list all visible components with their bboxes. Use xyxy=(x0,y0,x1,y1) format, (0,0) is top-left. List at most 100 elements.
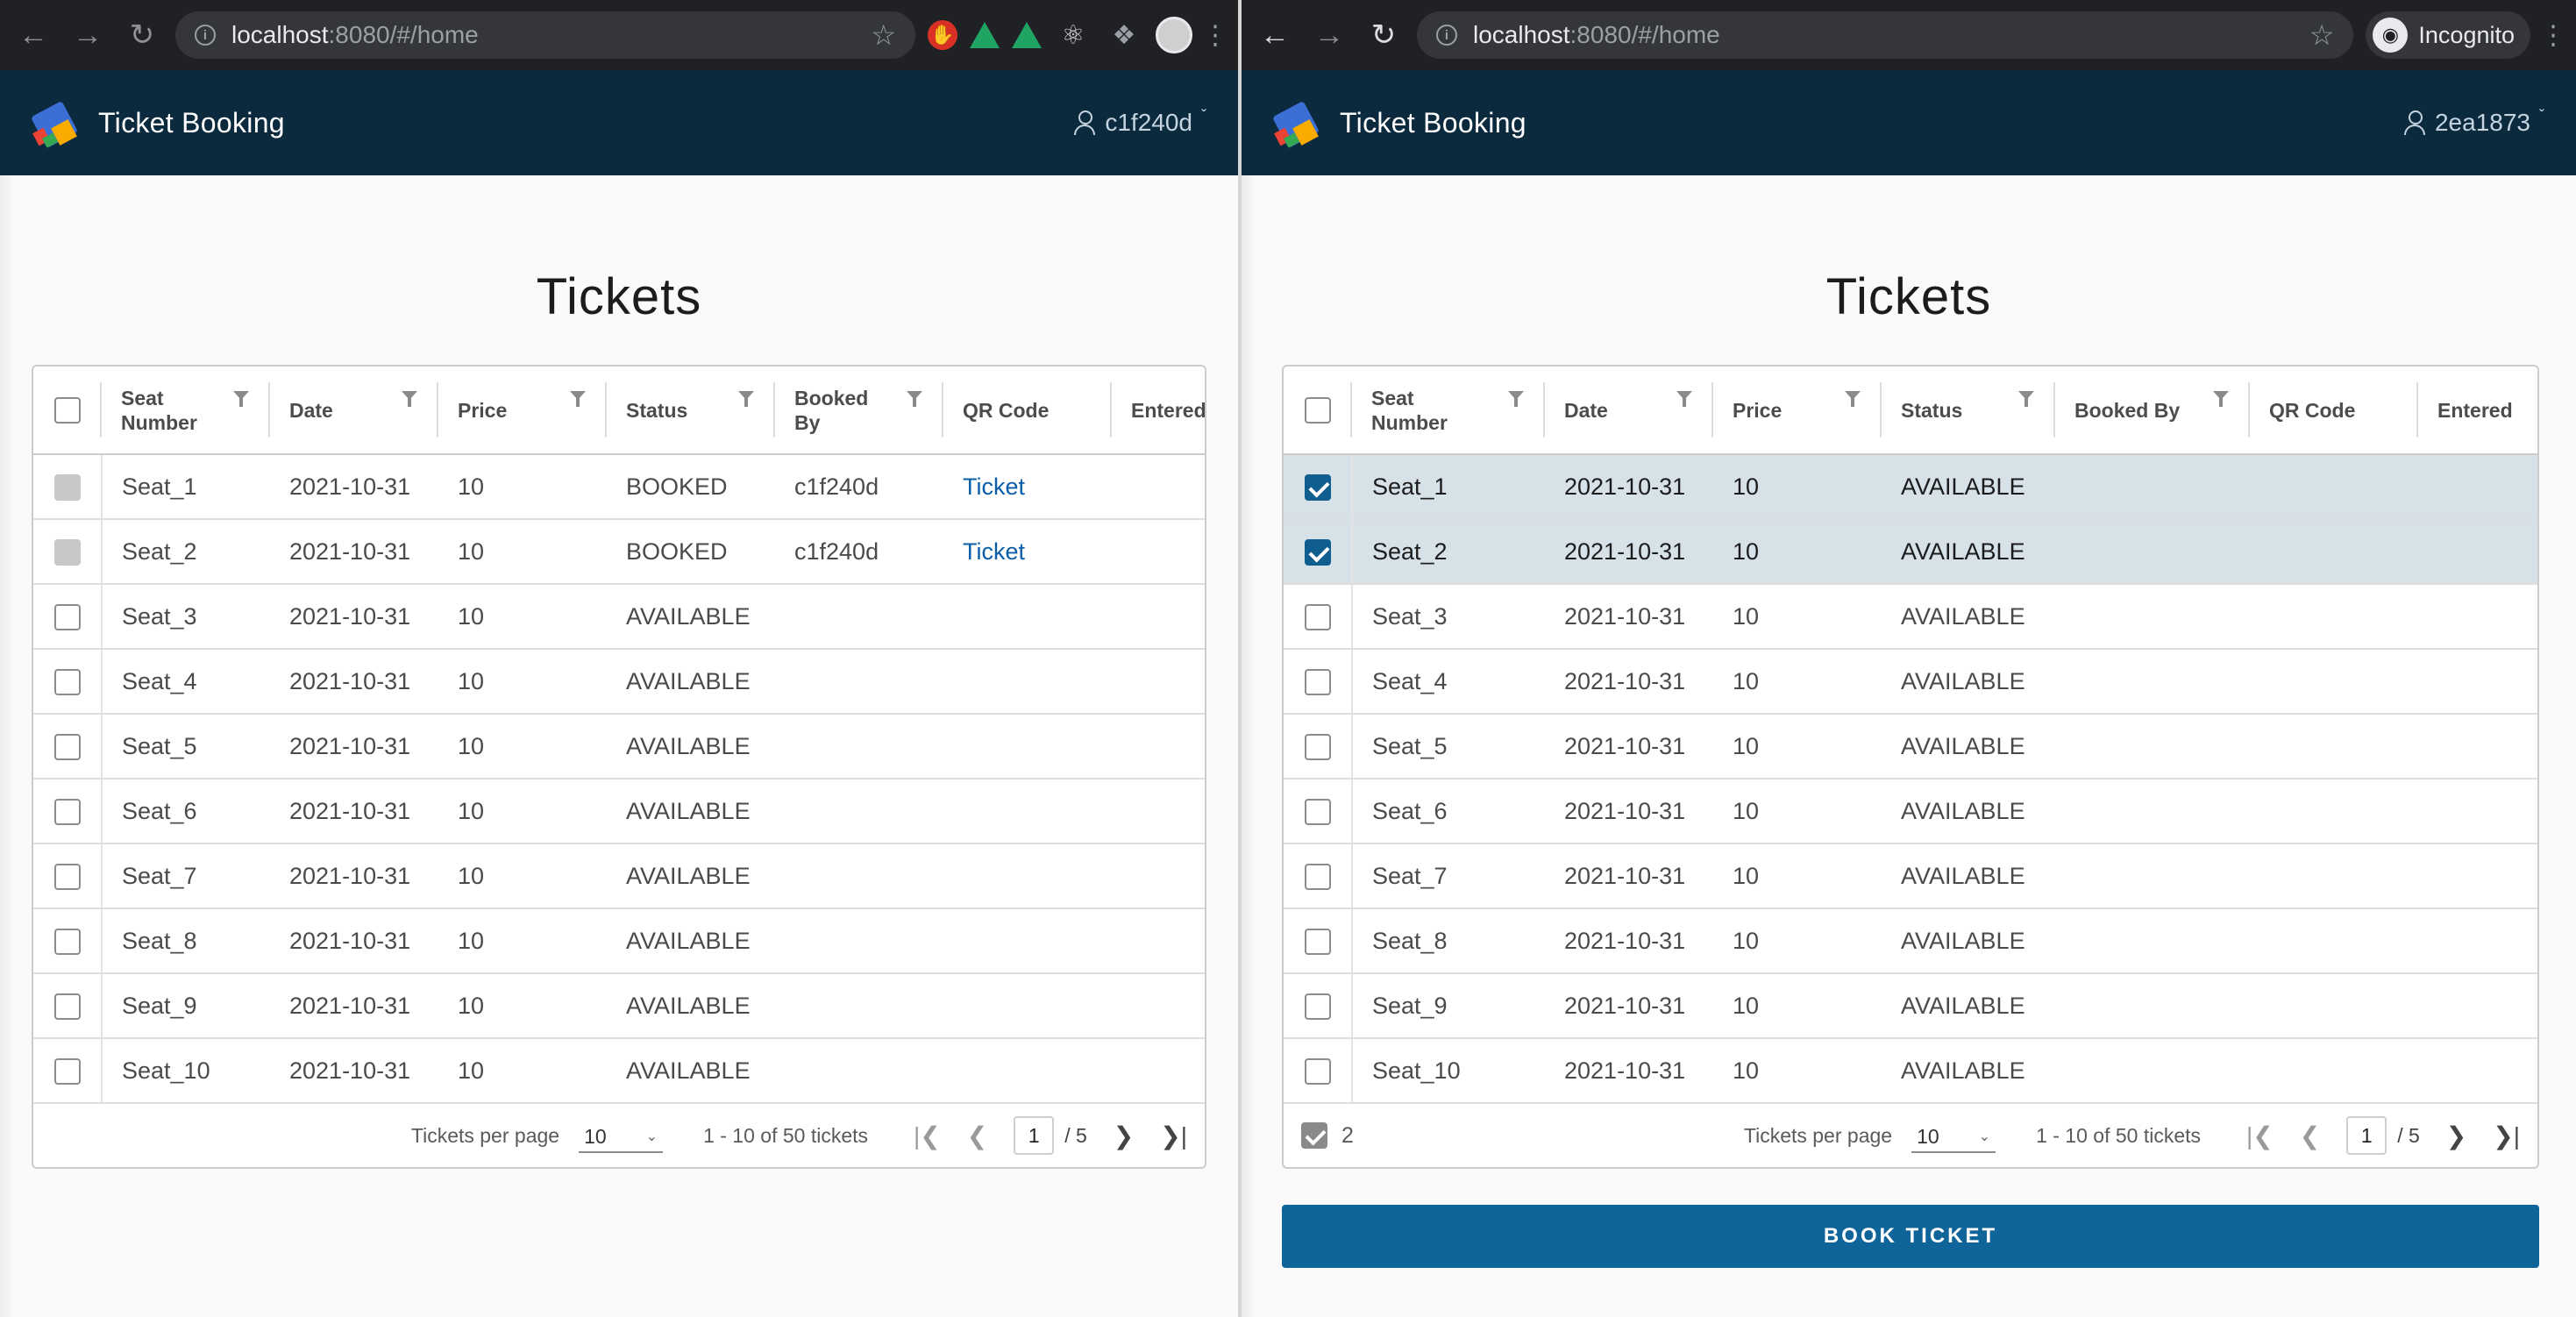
page-number-input[interactable]: 1 xyxy=(2346,1116,2387,1155)
row-checkbox[interactable] xyxy=(1304,733,1331,760)
user-menu[interactable]: 2ea1873 ˇ xyxy=(2403,107,2544,137)
extensions-puzzle-icon[interactable]: ❖ xyxy=(1105,16,1143,54)
row-checkbox[interactable] xyxy=(1304,798,1331,825)
table-row[interactable]: Seat_7 2021-10-31 10 AVAILABLE xyxy=(33,844,1205,909)
ticket-link[interactable]: Ticket xyxy=(963,473,1025,500)
filter-icon[interactable] xyxy=(1845,391,1861,407)
column-header-entered[interactable]: Entered xyxy=(2418,367,2537,455)
table-row[interactable]: Seat_4 2021-10-31 10 AVAILABLE xyxy=(1284,649,2537,715)
extension-react-icon[interactable]: ⚛ xyxy=(1054,16,1092,54)
table-row[interactable]: Seat_1 2021-10-31 10 AVAILABLE xyxy=(1284,454,2537,520)
extension-stop-icon[interactable]: ✋ xyxy=(928,20,957,50)
reload-button[interactable]: ↻ xyxy=(1363,14,1405,56)
table-row[interactable]: Seat_1 2021-10-31 10 BOOKED c1f240d Ticket xyxy=(33,454,1205,520)
filter-icon[interactable] xyxy=(402,391,417,407)
page-number-input[interactable]: 1 xyxy=(1014,1116,1055,1155)
prev-page-icon[interactable]: ❮ xyxy=(967,1121,987,1150)
user-menu[interactable]: c1f240d ˇ xyxy=(1073,107,1206,137)
filter-icon[interactable] xyxy=(2018,391,2034,407)
table-row[interactable]: Seat_10 2021-10-31 10 AVAILABLE xyxy=(1284,1038,2537,1104)
table-row[interactable]: Seat_10 2021-10-31 10 AVAILABLE xyxy=(33,1038,1205,1104)
book-ticket-button[interactable]: BOOK TICKET xyxy=(1282,1205,2539,1268)
table-row[interactable]: Seat_6 2021-10-31 10 AVAILABLE xyxy=(33,779,1205,844)
table-row[interactable]: Seat_5 2021-10-31 10 AVAILABLE xyxy=(33,714,1205,780)
select-all-checkbox[interactable] xyxy=(1305,396,1331,424)
star-icon[interactable]: ☆ xyxy=(871,18,896,52)
row-checkbox[interactable] xyxy=(1304,668,1331,695)
column-header-seat-number[interactable]: Seat Number xyxy=(102,367,270,455)
incognito-chip[interactable]: ◉ Incognito xyxy=(2366,11,2530,59)
column-header-qr-code[interactable]: QR Code xyxy=(2250,367,2418,455)
table-row[interactable]: Seat_8 2021-10-31 10 AVAILABLE xyxy=(1284,908,2537,974)
info-icon[interactable]: i xyxy=(195,25,216,46)
filter-icon[interactable] xyxy=(2213,391,2229,407)
extension-drive-icon[interactable] xyxy=(970,22,1000,48)
column-header-qr-code[interactable]: QR Code xyxy=(943,367,1112,455)
row-checkbox[interactable] xyxy=(1304,538,1331,566)
last-page-icon[interactable]: ❯| xyxy=(1160,1121,1187,1150)
table-row[interactable]: Seat_9 2021-10-31 10 AVAILABLE xyxy=(1284,973,2537,1039)
column-header-seat-number[interactable]: Seat Number xyxy=(1352,367,1545,455)
filter-icon[interactable] xyxy=(570,391,586,407)
row-checkbox[interactable] xyxy=(1304,1057,1331,1085)
table-row[interactable]: Seat_3 2021-10-31 10 AVAILABLE xyxy=(1284,584,2537,650)
table-row[interactable]: Seat_9 2021-10-31 10 AVAILABLE xyxy=(33,973,1205,1039)
star-icon[interactable]: ☆ xyxy=(2309,18,2335,52)
address-bar[interactable]: i localhost:8080/#/home ☆ xyxy=(1417,11,2354,59)
table-row[interactable]: Seat_5 2021-10-31 10 AVAILABLE xyxy=(1284,714,2537,780)
column-header-booked-by[interactable]: Booked By xyxy=(2055,367,2250,455)
row-checkbox[interactable] xyxy=(1304,993,1331,1020)
column-header-status[interactable]: Status xyxy=(607,367,775,455)
select-all-checkbox[interactable] xyxy=(54,396,81,424)
url-text[interactable]: localhost:8080/#/home xyxy=(1473,21,2294,49)
browser-menu-icon[interactable]: ⋮ xyxy=(1202,16,1228,54)
back-button[interactable]: ← xyxy=(12,14,54,56)
row-checkbox[interactable] xyxy=(53,668,81,695)
row-checkbox[interactable] xyxy=(53,928,81,955)
row-checkbox[interactable] xyxy=(53,733,81,760)
column-header-date[interactable]: Date xyxy=(270,367,438,455)
row-checkbox[interactable] xyxy=(53,863,81,890)
column-header-status[interactable]: Status xyxy=(1882,367,2055,455)
browser-menu-icon[interactable]: ⋮ xyxy=(2540,16,2566,54)
row-checkbox[interactable] xyxy=(1304,473,1331,501)
row-checkbox[interactable] xyxy=(1304,603,1331,630)
prev-page-icon[interactable]: ❮ xyxy=(2300,1121,2320,1150)
table-row[interactable]: Seat_2 2021-10-31 10 AVAILABLE xyxy=(1284,519,2537,585)
ticket-link[interactable]: Ticket xyxy=(963,538,1025,565)
info-icon[interactable]: i xyxy=(1436,25,1457,46)
filter-icon[interactable] xyxy=(1508,391,1524,407)
column-header-price[interactable]: Price xyxy=(438,367,607,455)
row-checkbox[interactable] xyxy=(1304,863,1331,890)
table-row[interactable]: Seat_4 2021-10-31 10 AVAILABLE xyxy=(33,649,1205,715)
url-text[interactable]: localhost:8080/#/home xyxy=(231,21,855,49)
extension-drive-icon-2[interactable] xyxy=(1012,22,1042,48)
table-row[interactable]: Seat_8 2021-10-31 10 AVAILABLE xyxy=(33,908,1205,974)
row-checkbox[interactable] xyxy=(53,1057,81,1085)
reload-button[interactable]: ↻ xyxy=(121,14,163,56)
next-page-icon[interactable]: ❯ xyxy=(1114,1121,1134,1150)
filter-icon[interactable] xyxy=(907,391,922,407)
row-checkbox[interactable] xyxy=(53,798,81,825)
table-row[interactable]: Seat_6 2021-10-31 10 AVAILABLE xyxy=(1284,779,2537,844)
profile-avatar[interactable] xyxy=(1156,17,1192,53)
table-row[interactable]: Seat_2 2021-10-31 10 BOOKED c1f240d Ticket xyxy=(33,519,1205,585)
row-checkbox[interactable] xyxy=(53,603,81,630)
filter-icon[interactable] xyxy=(738,391,754,407)
filter-icon[interactable] xyxy=(1676,391,1692,407)
table-row[interactable]: Seat_3 2021-10-31 10 AVAILABLE xyxy=(33,584,1205,650)
row-checkbox[interactable] xyxy=(1304,928,1331,955)
column-header-entered[interactable]: Entered xyxy=(1112,367,1205,455)
back-button[interactable]: ← xyxy=(1254,14,1296,56)
forward-button[interactable]: → xyxy=(1308,14,1350,56)
address-bar[interactable]: i localhost:8080/#/home ☆ xyxy=(175,11,915,59)
column-header-booked-by[interactable]: Booked By xyxy=(775,367,943,455)
first-page-icon[interactable]: |❮ xyxy=(914,1121,941,1150)
first-page-icon[interactable]: |❮ xyxy=(2246,1121,2274,1150)
forward-button[interactable]: → xyxy=(67,14,109,56)
last-page-icon[interactable]: ❯| xyxy=(2493,1121,2520,1150)
per-page-select[interactable]: 10 ⌄ xyxy=(1911,1118,1996,1153)
table-row[interactable]: Seat_7 2021-10-31 10 AVAILABLE xyxy=(1284,844,2537,909)
per-page-select[interactable]: 10 ⌄ xyxy=(579,1118,664,1153)
column-header-date[interactable]: Date xyxy=(1545,367,1713,455)
